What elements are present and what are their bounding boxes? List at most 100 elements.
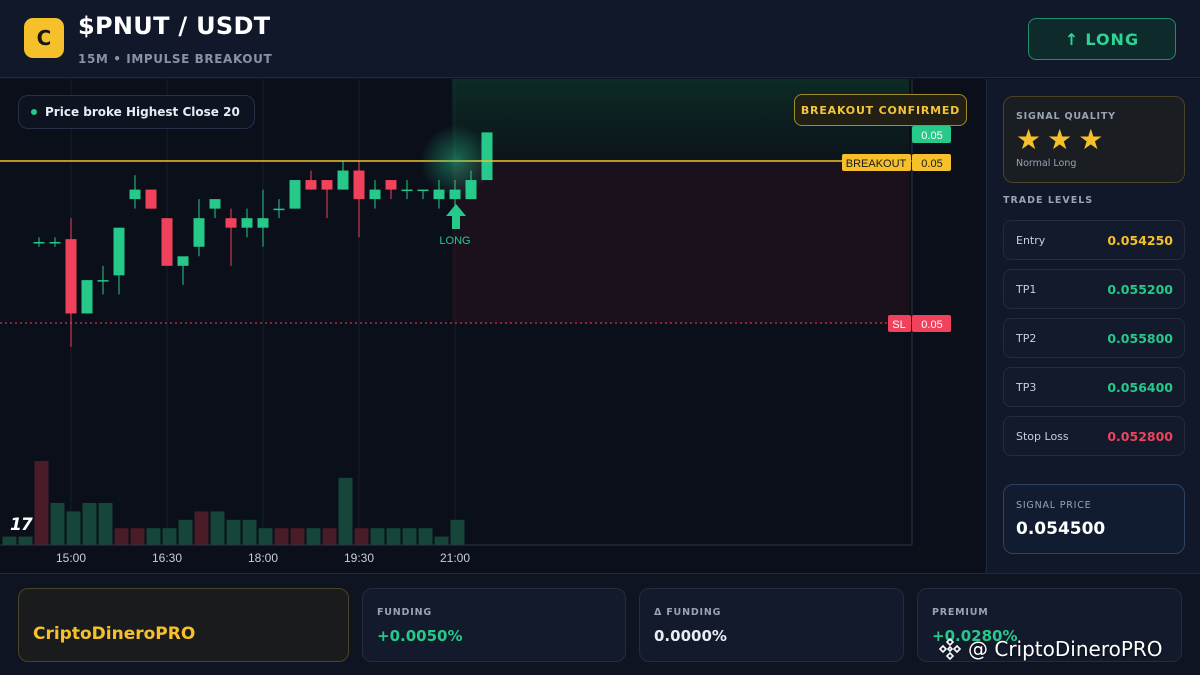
x-tick-label: 18:00 bbox=[248, 551, 278, 565]
candle-body bbox=[385, 180, 397, 190]
volume-bar bbox=[194, 511, 209, 545]
trade-levels-title: TRADE LEVELS bbox=[1003, 195, 1094, 206]
candle-body bbox=[337, 170, 349, 190]
volume-bar bbox=[354, 528, 369, 545]
candle-body bbox=[305, 180, 317, 190]
candle bbox=[145, 189, 157, 209]
candle bbox=[417, 189, 429, 200]
breakout-price-value: 0.05 bbox=[921, 158, 942, 170]
breakout-label-text: BREAKOUT bbox=[846, 158, 907, 170]
candle bbox=[353, 161, 365, 238]
direction-label: LONG bbox=[1085, 29, 1140, 49]
candle-body bbox=[257, 218, 269, 228]
level-row-entry: Entry 0.054250 bbox=[1003, 220, 1185, 260]
volume-bar bbox=[418, 528, 433, 545]
volume-bar bbox=[258, 528, 273, 545]
volume-bar bbox=[18, 536, 33, 545]
candle bbox=[257, 189, 269, 247]
candle bbox=[385, 180, 397, 200]
breakout-confirmed-badge: BREAKOUT CONFIRMED bbox=[794, 94, 967, 126]
volume-bar bbox=[2, 536, 17, 545]
stat-label: PREMIUM bbox=[932, 607, 989, 618]
volume-bar bbox=[82, 503, 97, 545]
candle bbox=[81, 280, 93, 314]
candle bbox=[225, 208, 237, 266]
candle-body bbox=[353, 170, 365, 200]
volume-bar bbox=[370, 528, 385, 545]
header-bar: C $PNUT / USDT 15M • IMPULSE BREAKOUT ↑ … bbox=[0, 0, 1200, 78]
timeframe-subtitle: 15M • IMPULSE BREAKOUT bbox=[78, 52, 273, 66]
candle bbox=[49, 237, 61, 247]
volume-bar bbox=[322, 528, 337, 545]
signal-note-text: Price broke Highest Close 20 bbox=[45, 105, 240, 119]
level-row-tp3: TP3 0.056400 bbox=[1003, 367, 1185, 407]
candle-body bbox=[273, 208, 285, 211]
volume-bar bbox=[210, 511, 225, 545]
candle bbox=[33, 237, 45, 247]
candle bbox=[161, 218, 173, 266]
arrow-up-icon: ↑ bbox=[1064, 29, 1080, 49]
price-chart[interactable]: LONG 0.05 BREAKOUT 0.05 SL 0.05 15:00 16:… bbox=[0, 79, 985, 573]
x-tick-label: 15:00 bbox=[56, 551, 86, 565]
tradingview-logo-icon[interactable]: 17 bbox=[10, 515, 33, 535]
risk-zone bbox=[452, 161, 909, 323]
pair-title: $PNUT / USDT bbox=[78, 12, 271, 40]
candle-body bbox=[289, 180, 301, 209]
candle-body bbox=[417, 189, 429, 192]
volume-bar bbox=[178, 519, 193, 545]
watermark-text: @ CriptoDineroPRO bbox=[968, 637, 1163, 661]
stat-value: +0.0050% bbox=[377, 627, 463, 645]
candle-body bbox=[225, 218, 237, 228]
candle bbox=[65, 218, 77, 347]
candle-body bbox=[209, 199, 221, 209]
long-marker-label: LONG bbox=[439, 235, 470, 247]
candle bbox=[337, 161, 349, 190]
level-row-stop-loss: Stop Loss 0.052800 bbox=[1003, 416, 1185, 456]
candle bbox=[289, 180, 301, 209]
funding-card: FUNDING +0.0050% bbox=[362, 588, 626, 662]
level-value: 0.056400 bbox=[1107, 380, 1173, 395]
level-row-tp2: TP2 0.055800 bbox=[1003, 318, 1185, 358]
candle bbox=[241, 208, 253, 238]
level-value: 0.052800 bbox=[1107, 429, 1173, 444]
volume-bar bbox=[306, 528, 321, 545]
level-name: TP3 bbox=[1016, 381, 1037, 394]
binance-logo-icon bbox=[938, 637, 962, 661]
volume-bar bbox=[434, 536, 449, 545]
candlestick-chart[interactable]: LONG 0.05 BREAKOUT 0.05 SL 0.05 15:00 16:… bbox=[0, 79, 985, 573]
candle-body bbox=[97, 280, 109, 282]
x-tick-label: 21:00 bbox=[440, 551, 470, 565]
level-value: 0.054250 bbox=[1107, 233, 1173, 248]
stat-label: Δ FUNDING bbox=[654, 607, 722, 618]
brand-card: CriptoDineroPRO bbox=[18, 588, 349, 662]
candle-body bbox=[49, 242, 61, 244]
candle bbox=[273, 199, 285, 219]
signal-note-pill: Price broke Highest Close 20 bbox=[18, 95, 255, 129]
candle-body bbox=[193, 218, 205, 247]
signal-quality-card: SIGNAL QUALITY ★ ★ ★ Normal Long bbox=[1003, 96, 1185, 183]
volume-bar bbox=[338, 477, 353, 545]
volume-bar bbox=[450, 519, 465, 545]
x-tick-label: 16:30 bbox=[152, 551, 182, 565]
volume-bar bbox=[290, 528, 305, 545]
volume-bar bbox=[386, 528, 401, 545]
candle-body bbox=[241, 218, 253, 228]
volume-bar bbox=[50, 503, 65, 545]
long-signal-button[interactable]: ↑ LONG bbox=[1028, 18, 1176, 60]
level-value: 0.055800 bbox=[1107, 331, 1173, 346]
candle-body bbox=[113, 227, 125, 276]
stat-label: FUNDING bbox=[377, 607, 432, 618]
candle-body bbox=[145, 189, 157, 209]
sl-price-value: 0.05 bbox=[921, 319, 942, 331]
candle-body bbox=[65, 239, 77, 314]
quality-stars: ★ ★ ★ bbox=[1016, 125, 1103, 155]
signal-quality-title: SIGNAL QUALITY bbox=[1016, 111, 1116, 122]
candle bbox=[177, 256, 189, 285]
volume-bar bbox=[402, 528, 417, 545]
signal-price-card: SIGNAL PRICE 0.054500 bbox=[1003, 484, 1185, 554]
candle bbox=[369, 180, 381, 209]
volume-bar bbox=[66, 511, 81, 545]
level-name: Stop Loss bbox=[1016, 430, 1069, 443]
candle-body bbox=[81, 280, 93, 314]
signal-quality-subtitle: Normal Long bbox=[1016, 158, 1077, 169]
